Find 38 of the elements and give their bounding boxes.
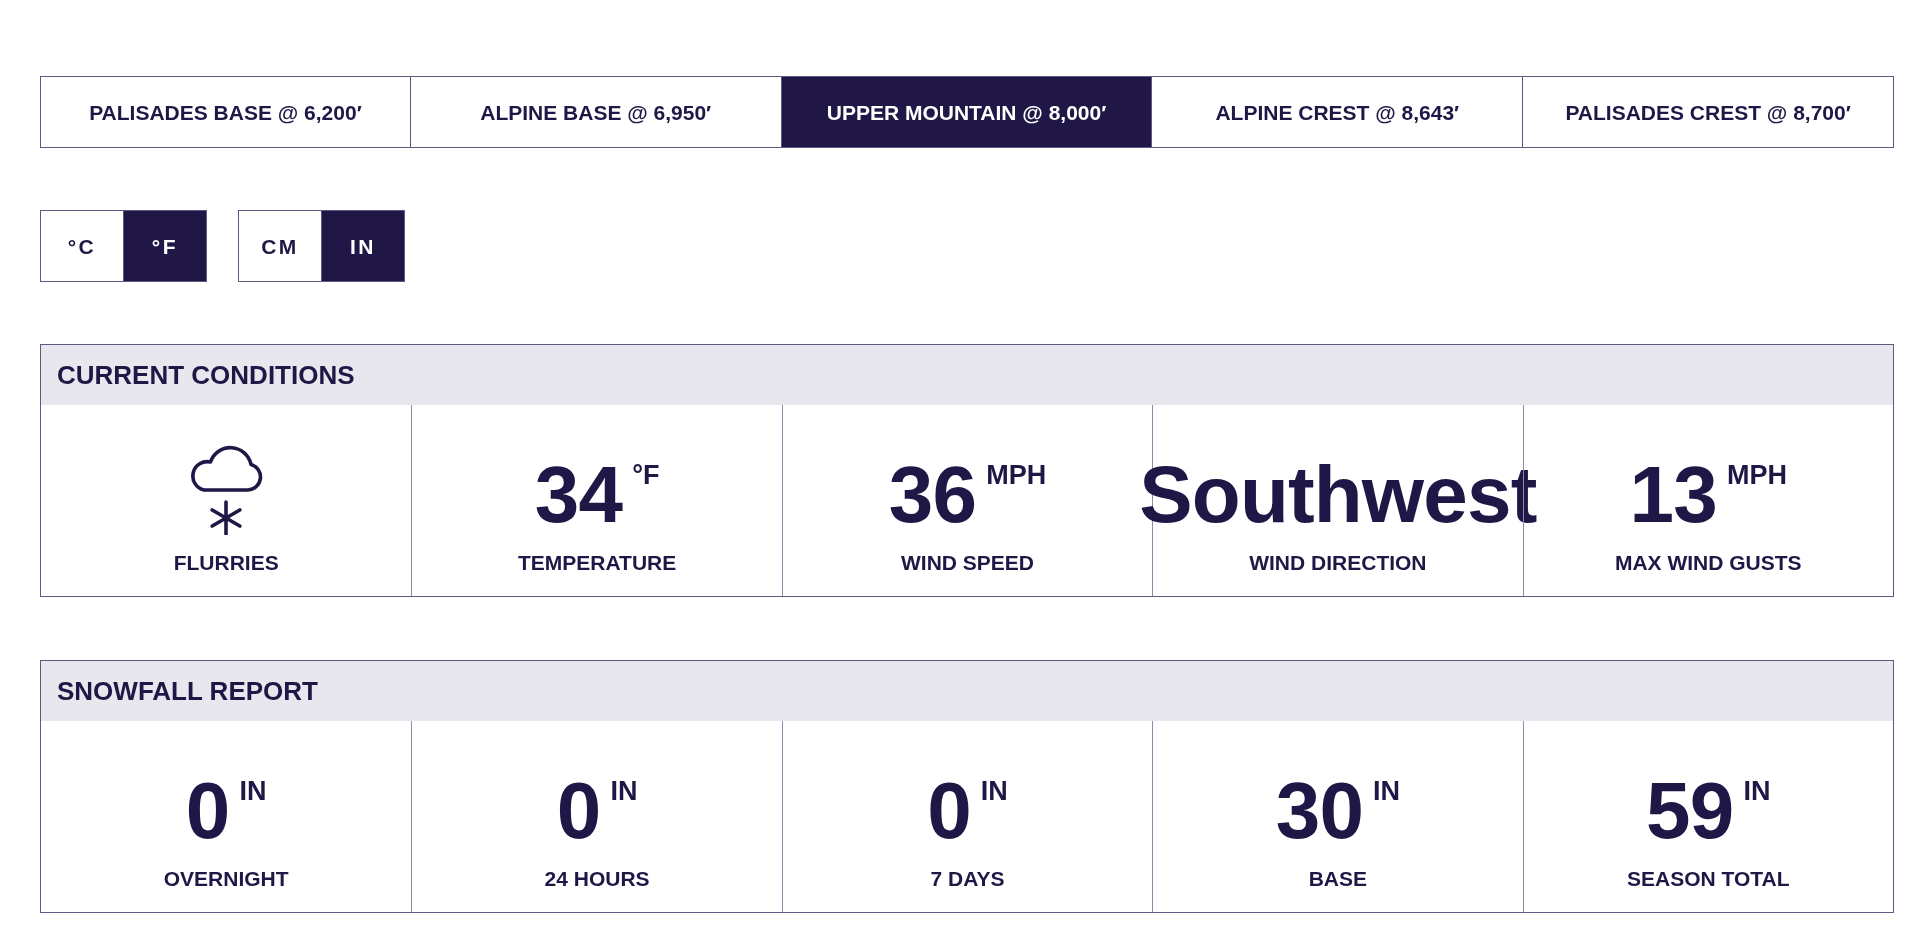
reading-label: FLURRIES [173, 552, 279, 573]
reading-value: 30 [1275, 771, 1364, 851]
location-tab[interactable]: ALPINE CREST @ 8,643′ [1152, 76, 1524, 148]
reading-unit: IN [1743, 778, 1771, 805]
location-tab[interactable]: PALISADES CREST @ 8,700′ [1523, 76, 1894, 148]
reading-label: TEMPERATURE [517, 552, 677, 573]
location-tab[interactable]: UPPER MOUNTAIN @ 8,000′ [781, 76, 1153, 148]
reading-unit: IN [610, 778, 638, 805]
reading-label: OVERNIGHT [163, 868, 289, 889]
reading-label: SEASON TOTAL [1627, 868, 1790, 889]
unit-button[interactable]: °C [40, 210, 124, 282]
reading-label: 7 DAYS [930, 868, 1005, 889]
reading-unit: MPH [1727, 462, 1787, 489]
reading-value: 0 [185, 771, 230, 851]
reading-value: 0 [927, 771, 971, 851]
reading-value: 0 [556, 771, 601, 851]
reading-unit: IN [1373, 778, 1401, 805]
reading-label: BASE [1308, 868, 1368, 889]
reading-label: WIND DIRECTION [1249, 552, 1427, 573]
reading-unit: MPH [986, 462, 1047, 489]
reading-value: 13 [1629, 455, 1717, 535]
reading-unit: IN [980, 778, 1008, 805]
reading-label: 24 HOURS [544, 868, 650, 889]
unit-button[interactable]: CM [238, 210, 322, 282]
reading-label: WIND SPEED [901, 552, 1034, 573]
location-tab[interactable]: PALISADES BASE @ 6,200′ [40, 76, 411, 148]
reading-value: 59 [1646, 771, 1734, 851]
reading-unit: IN [239, 778, 267, 805]
reading-label: MAX WIND GUSTS [1614, 552, 1802, 573]
reading-unit: °F [632, 462, 660, 489]
unit-button[interactable]: IN [321, 210, 405, 282]
location-tab[interactable]: ALPINE BASE @ 6,950′ [410, 76, 782, 148]
panel-title: SNOWFALL REPORT [57, 678, 318, 704]
reading-value: Southwest [1139, 455, 1537, 535]
reading-value: 36 [888, 455, 977, 535]
reading-value: 34 [534, 455, 623, 535]
unit-button[interactable]: °F [123, 210, 207, 282]
panel-title: CURRENT CONDITIONS [57, 362, 355, 388]
